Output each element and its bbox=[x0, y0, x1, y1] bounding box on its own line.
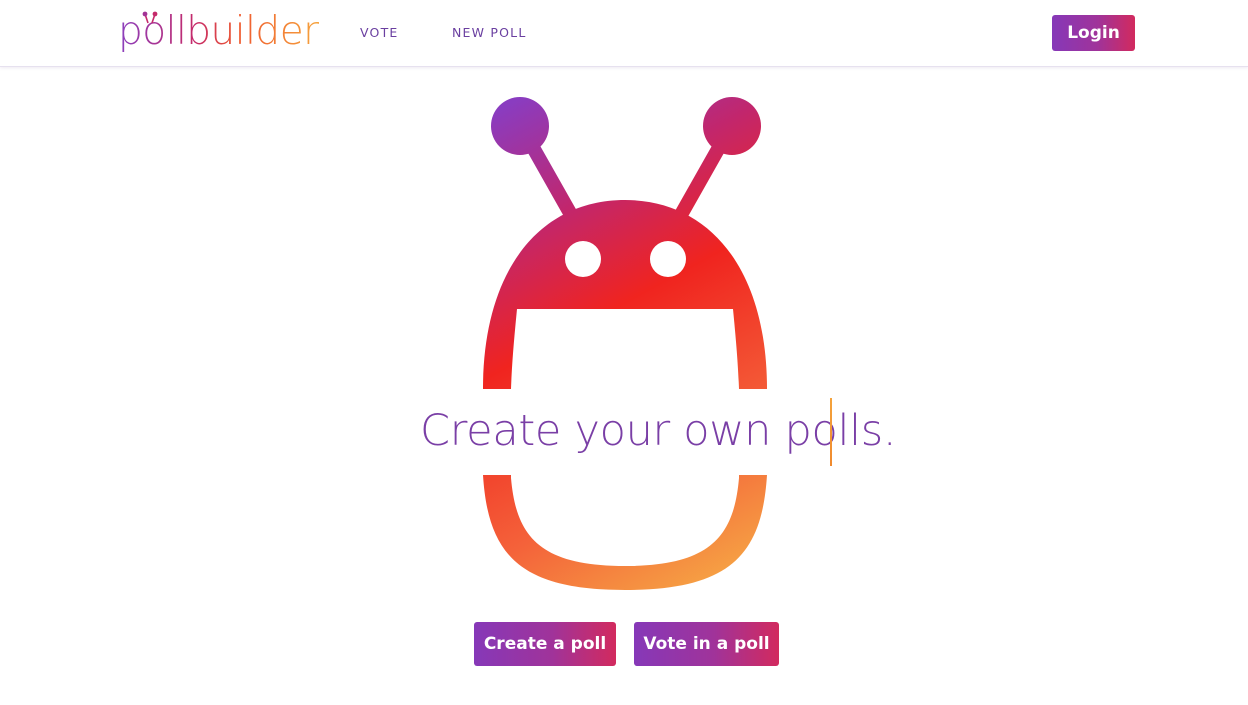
pollbuilder-logo[interactable]: pollbuilder bbox=[118, 8, 319, 60]
typing-caret bbox=[830, 398, 832, 466]
login-button[interactable]: Login bbox=[1052, 15, 1135, 51]
logo-antenna-icon bbox=[142, 11, 158, 24]
hero-headline: Create your own polls. bbox=[420, 406, 897, 456]
vote-in-poll-button[interactable]: Vote in a poll bbox=[634, 622, 779, 666]
nav-new-poll-link[interactable]: NEW POLL bbox=[452, 25, 527, 40]
nav-vote-link[interactable]: VOTE bbox=[360, 25, 399, 40]
robot-mascot-icon bbox=[483, 97, 767, 590]
create-poll-button[interactable]: Create a poll bbox=[474, 622, 616, 666]
top-navbar: pollbuilder VOTE NEW POLL Login bbox=[0, 0, 1248, 67]
